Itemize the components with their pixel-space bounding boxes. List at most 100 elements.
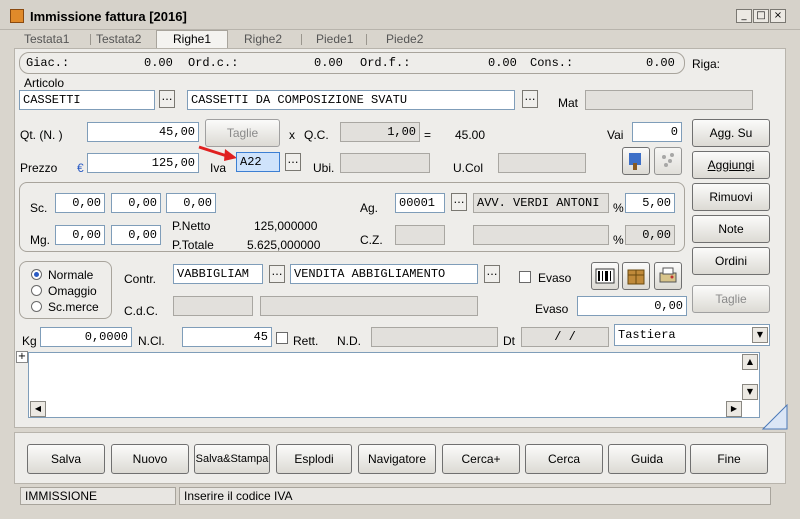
navigator-button[interactable]: Navigatore: [358, 444, 436, 474]
pnetto-value: 125,000000: [254, 219, 318, 233]
dt-field: / /: [521, 327, 609, 347]
maximize-button[interactable]: □: [753, 9, 769, 23]
evaso-value-input[interactable]: 0,00: [577, 296, 687, 316]
barcode-icon[interactable]: [591, 262, 619, 290]
times-sign: x: [289, 128, 295, 142]
scroll-left-icon[interactable]: ◀: [30, 401, 46, 417]
cz-label: C.Z.: [360, 233, 383, 247]
description-lookup-button[interactable]: …: [522, 90, 538, 108]
sizes-button-qty[interactable]: Taglie: [205, 119, 280, 147]
pnetto-label: P.Netto: [172, 219, 211, 233]
ucol-label: U.Col: [453, 161, 484, 175]
tab-piede2[interactable]: Piede2: [386, 31, 423, 48]
contract-description-input[interactable]: VENDITA ABBIGLIAMENTO: [290, 264, 478, 284]
article-description-input[interactable]: CASSETTI DA COMPOSIZIONE SVATU: [187, 90, 515, 110]
riga-label: Riga:: [692, 57, 721, 71]
tab-piede1[interactable]: Piede1: [316, 31, 353, 48]
minimize-button[interactable]: _: [736, 9, 752, 23]
discount-3-input[interactable]: 0,00: [166, 193, 216, 213]
exit-button[interactable]: Fine: [690, 444, 768, 474]
orders-button[interactable]: Ordini: [692, 247, 770, 275]
scroll-right-icon[interactable]: ▶: [726, 401, 742, 417]
vai-label: Vai: [607, 128, 624, 142]
mat-label: Mat: [558, 96, 579, 110]
notes-button[interactable]: Note: [692, 215, 770, 243]
printer-icon[interactable]: [654, 262, 682, 290]
scroll-down-icon[interactable]: ▼: [742, 384, 758, 400]
paint-brush-icon[interactable]: [622, 147, 650, 175]
expand-icon[interactable]: +: [16, 351, 28, 363]
discount-2-input[interactable]: 0,00: [111, 193, 161, 213]
discount-1-input[interactable]: 0,00: [55, 193, 105, 213]
scroll-up-icon[interactable]: ▲: [742, 354, 758, 370]
status-message: Inserire il codice IVA: [179, 487, 771, 505]
search-plus-button[interactable]: Cerca+: [442, 444, 520, 474]
agent-code-input[interactable]: 00001: [395, 193, 445, 213]
evaso-checkbox[interactable]: [519, 271, 531, 283]
app-icon: [10, 9, 24, 23]
qty-input[interactable]: 45,00: [87, 122, 199, 142]
agent-commission-input[interactable]: 5,00: [625, 193, 675, 213]
cdc-label: C.d.C.: [124, 304, 159, 318]
cons-label: Cons.:: [530, 56, 574, 70]
radio-omaggio[interactable]: [31, 285, 42, 296]
rett-label: Rett.: [293, 334, 319, 348]
kg-input[interactable]: 0,0000: [40, 327, 132, 347]
save-print-button[interactable]: Salva&Stampa: [194, 444, 270, 474]
dt-label: Dt: [503, 334, 515, 348]
new-button[interactable]: Nuovo: [111, 444, 189, 474]
add-above-button[interactable]: Agg. Su: [692, 119, 770, 147]
tab-testata2[interactable]: Testata2: [96, 31, 141, 48]
save-button[interactable]: Salva: [27, 444, 105, 474]
radio-normale[interactable]: [31, 269, 42, 280]
iva-input[interactable]: A22: [236, 152, 280, 172]
ordc-label: Ord.c.:: [188, 56, 239, 70]
equals-sign: =: [424, 128, 432, 142]
ncl-input[interactable]: 45: [182, 327, 272, 347]
radio-scmerce[interactable]: [31, 301, 42, 312]
article-lookup-button[interactable]: …: [159, 90, 175, 108]
contract-desc-lookup-button[interactable]: …: [484, 265, 500, 283]
stock-info-box: Giac.: 0.00 Ord.c.: 0.00 Ord.f.: 0.00 Co…: [19, 52, 685, 74]
tab-testata1[interactable]: Testata1: [24, 31, 69, 48]
package-icon[interactable]: [622, 262, 650, 290]
ucol-input: [498, 153, 586, 173]
tab-righe2[interactable]: Righe2: [244, 31, 282, 48]
explode-button[interactable]: Esplodi: [276, 444, 352, 474]
cz-name-field: [473, 225, 609, 245]
cdc-desc-field: [260, 296, 478, 316]
sizes-button-side[interactable]: Taglie: [692, 285, 770, 313]
dropdown-arrow-icon[interactable]: ▼: [752, 327, 768, 343]
qty-total: 45.00: [455, 128, 486, 142]
help-button[interactable]: Guida: [608, 444, 686, 474]
input-mode-select[interactable]: Tastiera: [614, 324, 770, 346]
ptotale-value: 5.625,000000: [247, 238, 321, 252]
search-button[interactable]: Cerca: [525, 444, 603, 474]
margin-1-input[interactable]: 0,00: [55, 225, 105, 245]
agent-lookup-button[interactable]: …: [451, 193, 467, 211]
articolo-label: Articolo: [24, 76, 65, 90]
contr-label: Contr.: [124, 272, 157, 286]
status-mode: IMMISSIONE: [20, 487, 176, 505]
article-code-input[interactable]: CASSETTI: [19, 90, 155, 110]
vai-input[interactable]: 0: [632, 122, 682, 142]
tab-righe1[interactable]: Righe1: [156, 30, 228, 49]
iva-lookup-button[interactable]: …: [285, 153, 301, 171]
qc-label: Q.C.: [304, 128, 329, 142]
price-input[interactable]: 125,00: [87, 153, 199, 173]
qc-input: 1,00: [340, 122, 420, 142]
iva-label: Iva: [210, 161, 227, 175]
contract-code-input[interactable]: VABBIGLIAM: [173, 264, 263, 284]
resize-grip-icon[interactable]: [762, 404, 788, 430]
rett-checkbox[interactable]: [276, 332, 288, 344]
add-button[interactable]: Aggiungi: [692, 151, 770, 179]
remove-button[interactable]: Rimuovi: [692, 183, 770, 211]
contract-lookup-button[interactable]: …: [269, 265, 285, 283]
dotted-grid-icon[interactable]: [654, 147, 682, 175]
close-button[interactable]: ×: [770, 9, 786, 23]
cz-pct-sign: %: [613, 233, 624, 247]
notes-textarea[interactable]: [28, 352, 760, 418]
ordc-value: 0.00: [314, 56, 343, 70]
margin-2-input[interactable]: 0,00: [111, 225, 161, 245]
nd-field: [371, 327, 498, 347]
